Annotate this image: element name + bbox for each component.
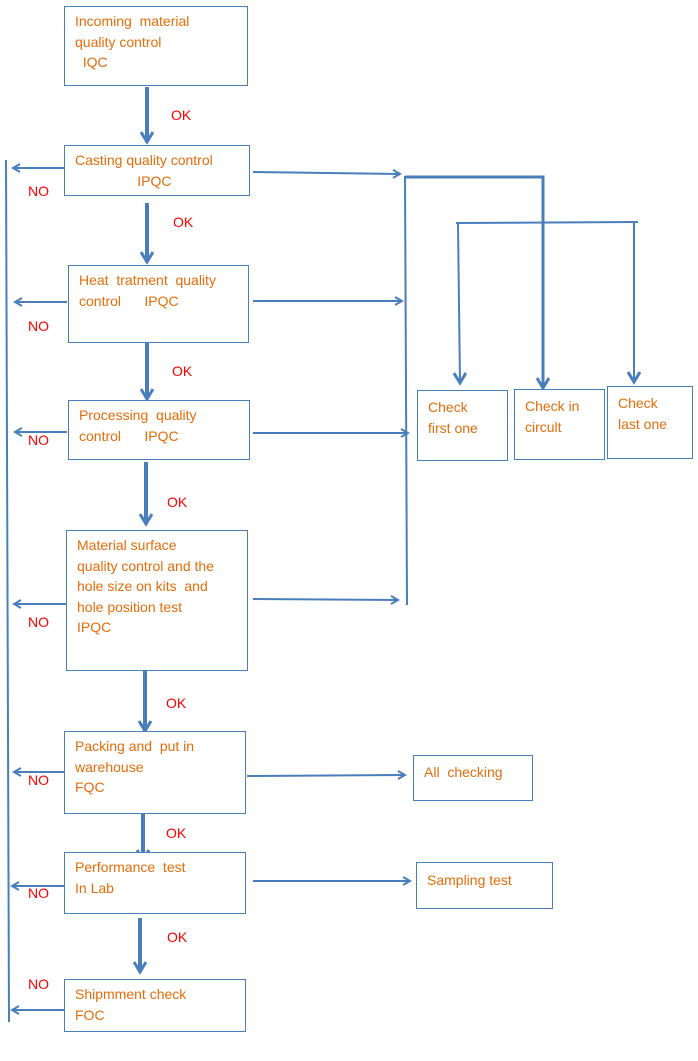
no-label: NO [28, 885, 49, 901]
ipqc-rail [404, 175, 408, 606]
ipqc-arrow-4 [252, 599, 398, 600]
step-processing[interactable]: Processing quality control IPQC [68, 400, 250, 460]
no-label: NO [28, 976, 49, 992]
ipqc-arrow-1 [252, 172, 400, 174]
step-iqc[interactable]: Incoming material quality control IQC [64, 6, 248, 86]
step-casting[interactable]: Casting quality control IPQC [64, 145, 250, 196]
ok-label: OK [167, 494, 188, 510]
no-label: NO [28, 432, 49, 448]
step-surface[interactable]: Material surface quality control and the… [66, 530, 248, 671]
step-heat-treatment[interactable]: Heat tratment quality control IPQC [68, 265, 249, 343]
no-label: NO [28, 614, 49, 630]
step-performance[interactable]: Performance test In Lab [64, 852, 246, 914]
step-packing[interactable]: Packing and put in warehouse FQC [64, 731, 246, 814]
check-in-circuit[interactable]: Check in circult [514, 389, 605, 460]
reject-rail [5, 159, 10, 1023]
check-first-one[interactable]: Check first one [417, 390, 508, 461]
ok-label: OK [172, 363, 193, 379]
ok-label: OK [173, 214, 194, 230]
branch-first [458, 223, 460, 383]
no-label: NO [28, 183, 49, 199]
ok-label: OK [167, 929, 188, 945]
all-checking[interactable]: All checking [413, 755, 533, 801]
branch-bar [455, 221, 639, 224]
step-shipment[interactable]: Shipmment check FOC [64, 979, 246, 1032]
check-last-one[interactable]: Check last one [607, 386, 693, 459]
ok-label: OK [166, 695, 187, 711]
ok-label: OK [166, 825, 187, 841]
branch-circuit [405, 175, 543, 388]
ok-label: OK [171, 107, 192, 123]
sampling-test[interactable]: Sampling test [416, 862, 553, 909]
no-label: NO [28, 772, 49, 788]
all-check-arrow [246, 775, 405, 776]
no-label: NO [28, 318, 49, 334]
